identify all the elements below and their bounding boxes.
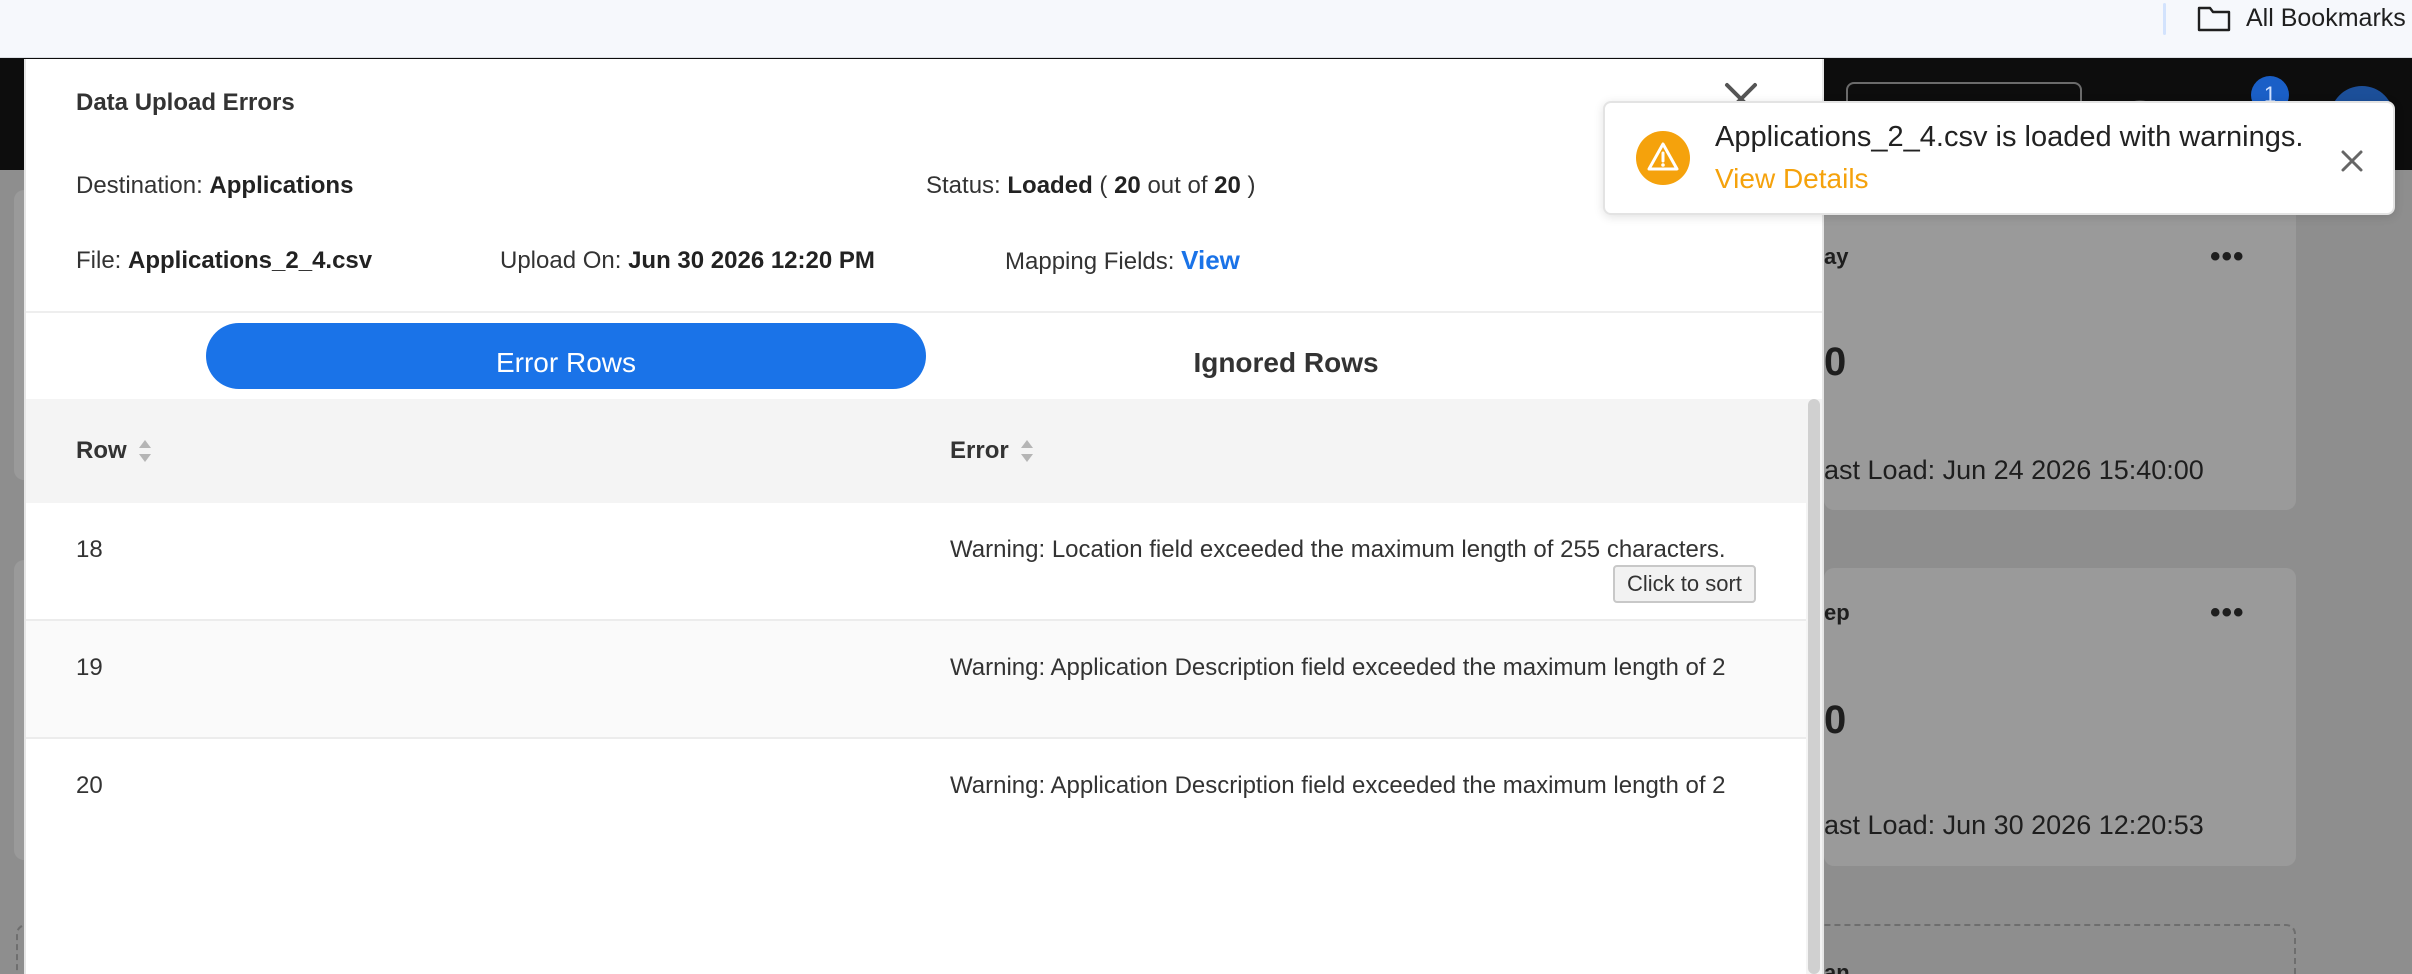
mapping-view-link[interactable]: View — [1181, 245, 1240, 275]
card-last-load: ast Load: Jun 30 2026 12:20:53 — [1824, 810, 2204, 840]
card-value: 0 — [1824, 340, 1847, 384]
destination-value: Applications — [209, 172, 354, 199]
card-value: 0 — [1824, 698, 1847, 742]
destination-label: Destination: — [76, 172, 203, 199]
table-row: 20 Warning: Application Description fiel… — [26, 739, 1806, 857]
table-row: 19 Warning: Application Description fiel… — [26, 621, 1806, 739]
file-value: Applications_2_4.csv — [128, 247, 373, 274]
status-label: Status: — [926, 172, 1001, 199]
column-header-error[interactable]: Error — [950, 399, 1035, 503]
cell-row: 18 — [76, 536, 103, 563]
card-title: ep — [1824, 600, 1850, 625]
modal-title: Data Upload Errors — [76, 89, 295, 116]
status-open: ( — [1099, 172, 1108, 199]
close-icon[interactable] — [2338, 147, 2366, 175]
status-close: ) — [1247, 172, 1256, 199]
view-details-link[interactable]: View Details — [1715, 163, 1869, 195]
status-loaded-count: 20 — [1114, 172, 1141, 199]
bookmarks-separator — [2163, 3, 2166, 35]
tab-ignored-rows[interactable]: Ignored Rows — [926, 323, 1646, 389]
upload-value: Jun 30 2026 12:20 PM — [628, 247, 875, 274]
file-label: File: — [76, 247, 122, 274]
cell-error: Warning: Application Description field e… — [950, 772, 1726, 799]
sort-tooltip: Click to sort — [1613, 565, 1756, 603]
all-bookmarks-button[interactable]: All Bookmarks — [2196, 0, 2406, 36]
background-card: ep 0 ast Load: Jun 30 2026 12:20:53 ••• — [1824, 568, 2296, 866]
table-scrollbar-thumb[interactable] — [1808, 399, 1820, 974]
column-header-row[interactable]: Row — [76, 399, 153, 503]
more-icon[interactable]: ••• — [2210, 596, 2245, 630]
mapping-label: Mapping Fields: — [1005, 248, 1175, 275]
cell-row: 20 — [76, 772, 103, 799]
cell-error: Warning: Application Description field e… — [950, 654, 1726, 681]
more-icon[interactable]: ••• — [2210, 240, 2245, 274]
status-value: Loaded — [1007, 172, 1093, 199]
mapping-info: Mapping Fields: View — [1005, 245, 1240, 276]
toast-message: Applications_2_4.csv is loaded with warn… — [1715, 121, 2304, 153]
modal-divider — [26, 311, 1822, 313]
upload-label: Upload On: — [500, 247, 622, 274]
table-header: Row Error — [26, 399, 1806, 503]
status-total: 20 — [1214, 172, 1241, 199]
sort-icon[interactable] — [1019, 438, 1035, 464]
status-info: Status: Loaded ( 20 out of 20 ) — [926, 172, 1256, 200]
column-header-row-label: Row — [76, 437, 127, 464]
tab-error-rows[interactable]: Error Rows — [206, 323, 926, 389]
sort-icon[interactable] — [137, 438, 153, 464]
table-row: 18 Warning: Location field exceeded the … — [26, 503, 1806, 621]
column-header-error-label: Error — [950, 437, 1009, 464]
warning-icon — [1636, 131, 1690, 185]
card-last-load: ast Load: Jun 24 2026 15:40:00 — [1824, 455, 2204, 485]
status-out-of: out of — [1147, 172, 1208, 199]
background-card: ay 0 ast Load: Jun 24 2026 15:40:00 ••• — [1824, 170, 2296, 510]
all-bookmarks-label: All Bookmarks — [2246, 3, 2406, 32]
data-upload-errors-modal: Data Upload Errors Destination: Applicat… — [24, 59, 1824, 974]
card-title: an — [1824, 960, 1850, 974]
cell-row: 19 — [76, 654, 103, 681]
file-info: File: Applications_2_4.csv — [76, 247, 372, 275]
folder-icon — [2197, 6, 2231, 32]
bookmarks-bar: All Bookmarks — [0, 0, 2412, 58]
upload-warning-toast: Applications_2_4.csv is loaded with warn… — [1603, 101, 2395, 215]
upload-info: Upload On: Jun 30 2026 12:20 PM — [500, 247, 875, 275]
card-title: ay — [1824, 244, 1849, 269]
destination-info: Destination: Applications — [76, 172, 353, 200]
